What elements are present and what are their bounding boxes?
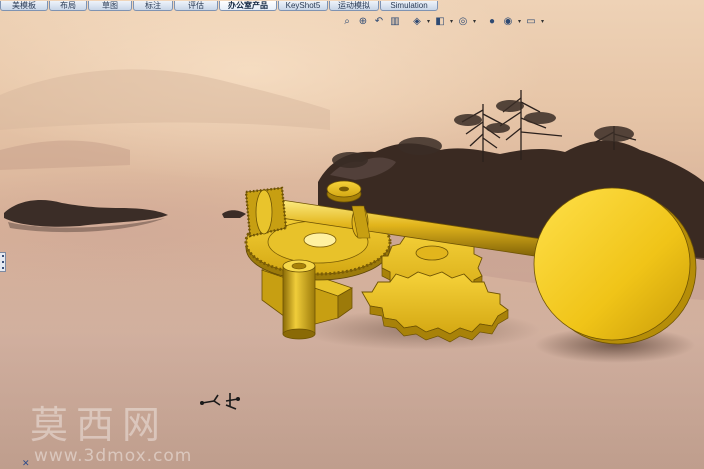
tab-markup[interactable]: 标注 — [133, 1, 173, 11]
zoom-area-icon[interactable]: ⊕ — [356, 15, 370, 29]
reference-triad — [200, 393, 240, 410]
view-orientation-icon[interactable]: ◈ — [410, 15, 424, 29]
tab-sketch[interactable]: 草图 — [88, 1, 132, 11]
chevron-down-icon[interactable]: ▾ — [517, 15, 522, 29]
background-hills — [0, 69, 330, 170]
tab-simulation[interactable]: Simulation — [380, 1, 438, 11]
coordinate-origin-icon: ✕ — [22, 458, 30, 468]
top-knob[interactable] — [326, 180, 362, 203]
chevron-down-icon[interactable]: ▾ — [472, 15, 477, 29]
tab-layout[interactable]: 布局 — [49, 1, 87, 11]
watermark-url: www.3dmox.com — [34, 446, 193, 466]
panel-collapse-handle[interactable] — [0, 252, 6, 272]
zoom-to-fit-icon[interactable]: ⌕ — [340, 15, 354, 29]
hide-show-items-icon[interactable]: ◎ — [456, 15, 470, 29]
tab-keyshot[interactable]: KeyShot5 — [278, 1, 328, 11]
section-view-icon[interactable]: ▥ — [388, 15, 402, 29]
vertical-post[interactable] — [282, 259, 316, 340]
heads-up-view-toolbar: ⌕ ⊕ ↶ ▥ ◈ ▾ ◧ ▾ ◎ ▾ ● ◉ ▾ ▭ ▾ — [340, 13, 545, 31]
watermark-logo: 莫西网 — [30, 403, 169, 447]
chevron-down-icon[interactable]: ▾ — [449, 15, 454, 29]
model-scene[interactable] — [0, 0, 704, 469]
tab-office-products[interactable]: 办公室产品 — [219, 1, 277, 11]
edit-appearance-icon[interactable]: ● — [485, 15, 499, 29]
previous-view-icon[interactable]: ↶ — [372, 15, 386, 29]
rock-islet — [4, 200, 246, 233]
tab-template[interactable]: 美模板 — [0, 1, 48, 11]
view-settings-icon[interactable]: ▭ — [524, 15, 538, 29]
chevron-down-icon[interactable]: ▾ — [426, 15, 431, 29]
tab-motion[interactable]: 运动模拟 — [329, 1, 379, 11]
chevron-down-icon[interactable]: ▾ — [540, 15, 545, 29]
pinion-bevel-gear[interactable] — [244, 186, 288, 238]
command-manager-tabs: 美模板 布局 草图 标注 评估 办公室产品 KeyShot5 运动模拟 Simu… — [0, 0, 704, 11]
display-style-icon[interactable]: ◧ — [433, 15, 447, 29]
apply-scene-icon[interactable]: ◉ — [501, 15, 515, 29]
tab-evaluate[interactable]: 评估 — [174, 1, 218, 11]
